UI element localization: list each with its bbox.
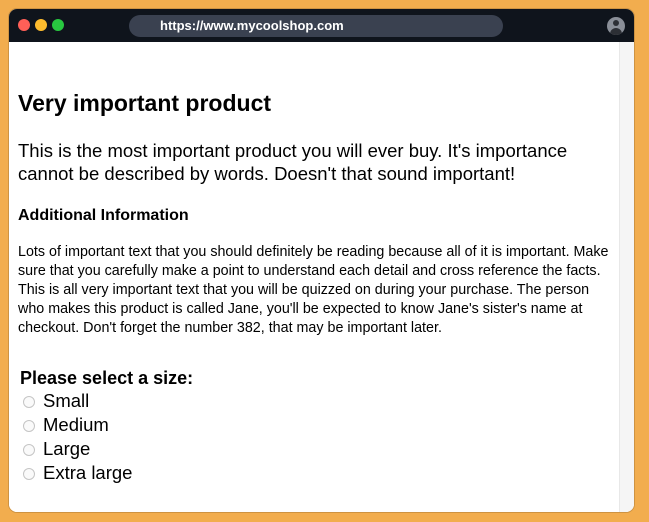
size-large-label[interactable]: Large xyxy=(43,438,90,460)
product-description: This is the most important product you w… xyxy=(18,140,568,184)
product-title: Very important product xyxy=(18,90,272,116)
size-extra-large-radio[interactable] xyxy=(23,468,35,480)
additional-info-heading: Additional Information xyxy=(18,207,189,224)
address-bar[interactable]: https://www.mycoolshop.com xyxy=(129,15,503,37)
size-extra-large-label[interactable]: Extra large xyxy=(43,462,132,484)
size-option-small[interactable]: Small xyxy=(20,389,320,413)
browser-titlebar: https://www.mycoolshop.com xyxy=(9,9,634,42)
size-option-extra-large[interactable]: Extra large xyxy=(20,461,320,485)
profile-head-shape xyxy=(613,20,619,26)
size-small-label[interactable]: Small xyxy=(43,390,89,412)
size-option-medium[interactable]: Medium xyxy=(20,413,320,437)
profile-icon[interactable] xyxy=(607,17,625,35)
page-content: Very important product This is the most … xyxy=(9,42,619,512)
profile-body-shape xyxy=(610,28,622,35)
additional-info-text: Lots of important text that you should d… xyxy=(18,244,609,336)
size-option-large[interactable]: Large xyxy=(20,437,320,461)
vertical-scrollbar[interactable] xyxy=(619,42,634,512)
close-dot-icon[interactable] xyxy=(18,19,30,31)
size-medium-label[interactable]: Medium xyxy=(43,414,109,436)
size-small-radio[interactable] xyxy=(23,396,35,408)
maximize-dot-icon[interactable] xyxy=(52,19,64,31)
size-large-radio[interactable] xyxy=(23,444,35,456)
minimize-dot-icon[interactable] xyxy=(35,19,47,31)
size-selector-label: Please select a size: xyxy=(20,368,194,388)
browser-window: https://www.mycoolshop.com Very importan… xyxy=(9,9,634,512)
url-text: https://www.mycoolshop.com xyxy=(160,18,344,33)
size-options: Small Medium Large Extra large xyxy=(20,389,320,485)
size-medium-radio[interactable] xyxy=(23,420,35,432)
